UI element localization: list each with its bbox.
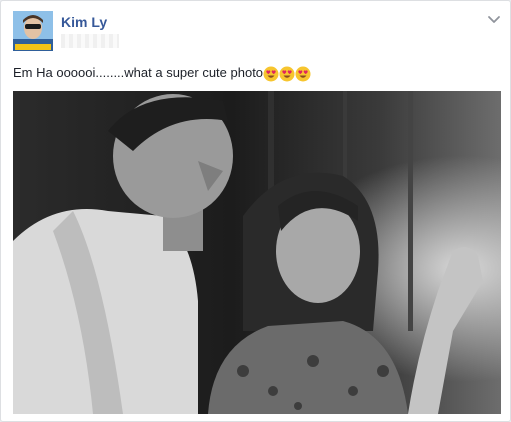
post-photo[interactable] (13, 91, 501, 414)
heart-eyes-emoji-icon (279, 66, 295, 82)
post-card: Kim Ly Em Ha oooooi........what a super … (0, 0, 511, 422)
emoji-group (263, 66, 311, 82)
heart-eyes-emoji-icon (263, 66, 279, 82)
avatar-image (13, 11, 53, 51)
author-avatar[interactable] (13, 11, 53, 51)
post-photo-image (13, 91, 501, 414)
post-message: Em Ha oooooi........what a super cute ph… (13, 65, 311, 82)
post-message-text: Em Ha oooooi........what a super cute ph… (13, 65, 264, 80)
chevron-down-icon[interactable] (486, 11, 502, 27)
post-timestamp-redacted (61, 34, 119, 48)
heart-eyes-emoji-icon (295, 66, 311, 82)
author-name[interactable]: Kim Ly (61, 14, 107, 30)
